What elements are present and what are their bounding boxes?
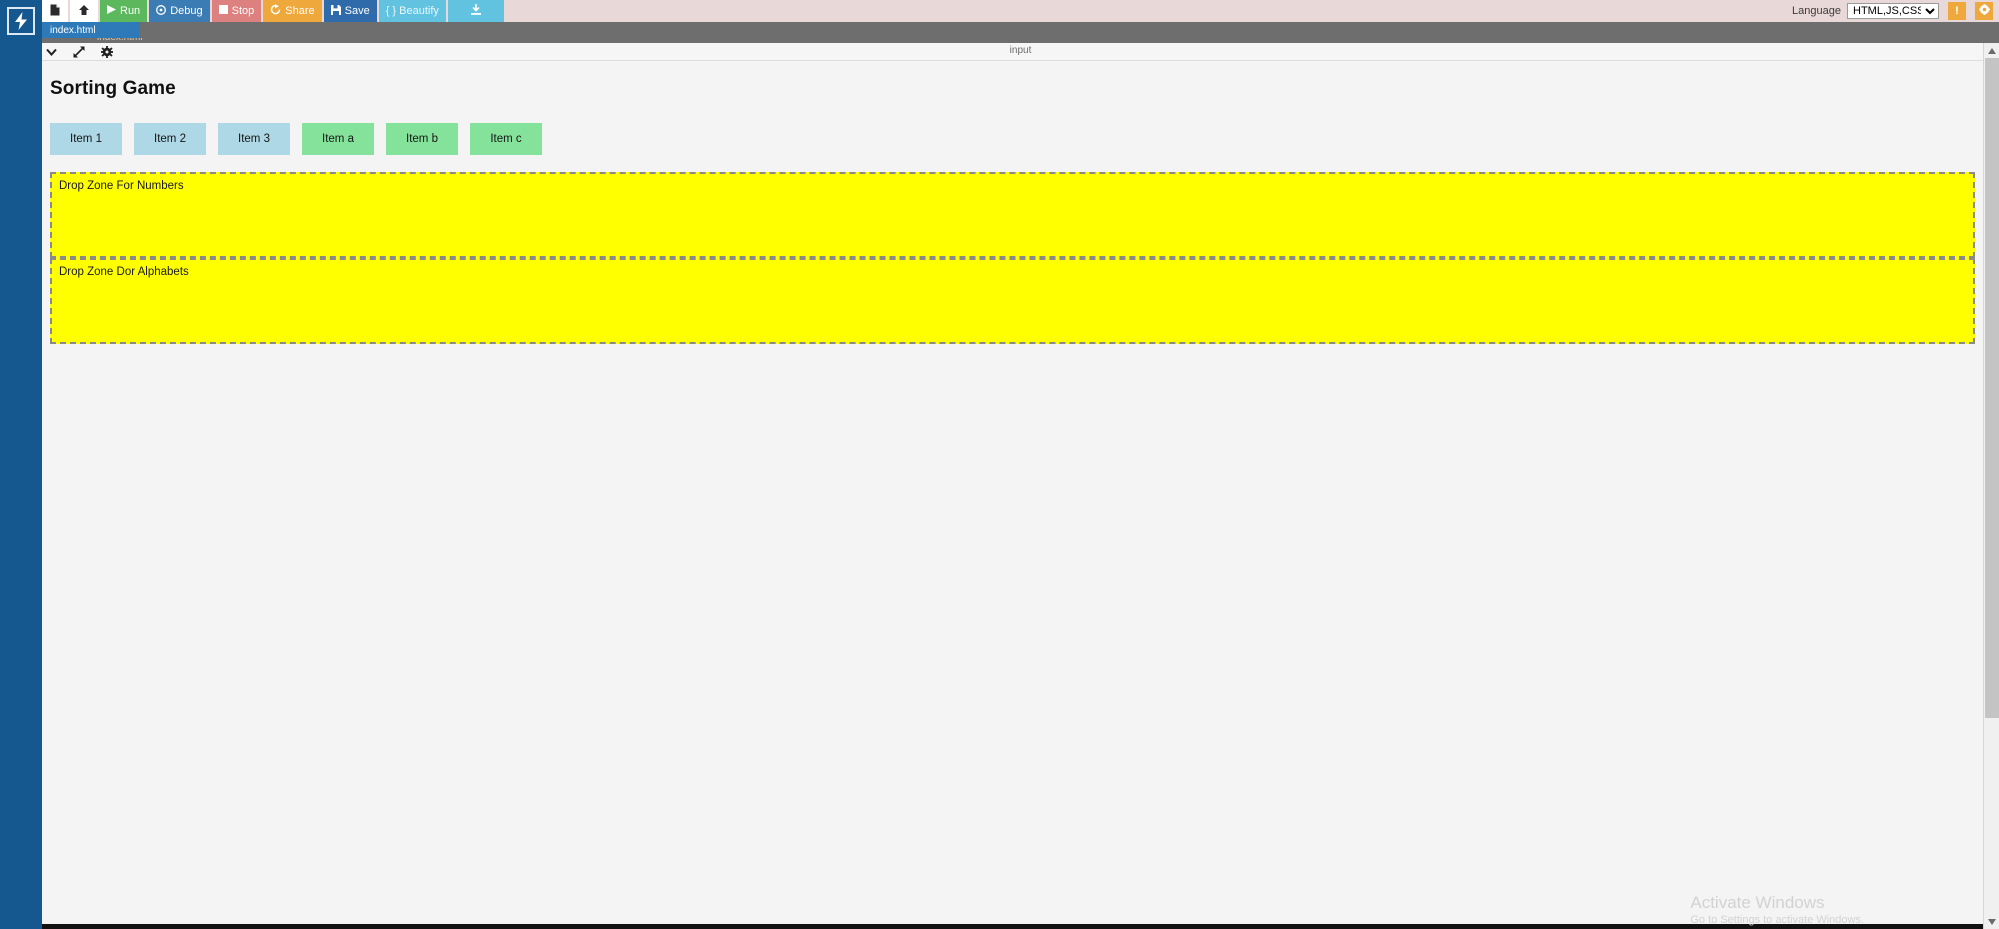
download-button[interactable] (447, 0, 504, 22)
preview-panel-header: input (42, 43, 1999, 61)
tab-index-html[interactable]: index.html (42, 22, 140, 38)
app-root: Run Debug Stop Share Save {} Beautify L… (0, 0, 1999, 929)
tab-bar-empty-area (140, 22, 1999, 38)
draggable-item[interactable]: Item 3 (218, 123, 290, 155)
settings-button[interactable] (1975, 2, 1993, 20)
save-button[interactable]: Save (323, 0, 377, 22)
tab-index-html-label: index.html (50, 24, 96, 36)
draggable-item[interactable]: Item 1 (50, 123, 122, 155)
download-icon (470, 3, 482, 19)
gear-icon (1978, 4, 1990, 18)
language-select[interactable]: HTML,JS,CSS (1847, 3, 1939, 19)
draggable-item-label: Item a (322, 133, 354, 145)
run-button-label: Run (120, 5, 141, 17)
draggable-item[interactable]: Item a (302, 123, 374, 155)
new-file-button[interactable] (42, 0, 68, 22)
draggable-item-label: Item c (490, 133, 522, 145)
beautify-button-label: { } Beautify (385, 5, 439, 17)
lightning-bolt-icon (14, 12, 28, 30)
info-button[interactable]: ! (1948, 2, 1966, 20)
drop-zone-alphabets[interactable]: Drop Zone Dor Alphabets (50, 258, 1975, 344)
drop-zone-numbers[interactable]: Drop Zone For Numbers (50, 172, 1975, 258)
debug-button-label: Debug (170, 5, 203, 17)
language-label: Language (1792, 5, 1841, 17)
beautify-button[interactable]: { } Beautify (378, 0, 446, 22)
save-button-label: Save (344, 5, 370, 17)
stop-button-label: Stop (231, 5, 255, 17)
file-icon (50, 4, 60, 19)
run-button[interactable]: Run (100, 0, 148, 22)
app-logo[interactable] (7, 7, 35, 35)
editor-tab-bar: index.html (42, 22, 1999, 38)
preview-content: Sorting Game Item 1 Item 2 Item 3 Item a… (42, 61, 1983, 344)
top-toolbar: Run Debug Stop Share Save {} Beautify L… (42, 0, 1999, 22)
preview-iframe: Sorting Game Item 1 Item 2 Item 3 Item a… (42, 61, 1983, 923)
window-bottom-edge (0, 924, 1999, 929)
page-title: Sorting Game (50, 78, 176, 99)
left-rail (0, 0, 42, 929)
preview-scrollbar[interactable] (1983, 43, 1999, 929)
debug-button[interactable]: Debug (149, 0, 210, 22)
open-file-button[interactable] (70, 0, 98, 22)
stop-button[interactable]: Stop (211, 0, 262, 22)
draggable-item[interactable]: Item c (470, 123, 542, 155)
drop-zone-numbers-label: Drop Zone For Numbers (59, 180, 184, 192)
draggable-items-row: Item 1 Item 2 Item 3 Item a Item b Item … (50, 123, 1975, 155)
play-icon (107, 5, 116, 17)
scrollbar-thumb[interactable] (1985, 58, 1999, 718)
stop-square-icon (218, 5, 228, 17)
preview-panel-title: input (1009, 45, 1032, 56)
share-button-label: Share (285, 5, 315, 17)
floppy-disk-icon (330, 4, 341, 18)
info-icon: ! (1955, 5, 1959, 17)
drop-zone-alphabets-label: Drop Zone Dor Alphabets (59, 266, 189, 278)
share-icon (270, 4, 281, 18)
draggable-item-label: Item b (406, 133, 438, 145)
draggable-item-label: Item 3 (238, 133, 270, 145)
debug-target-icon (156, 4, 167, 18)
upload-arrow-icon (78, 4, 90, 19)
triangle-up-icon[interactable] (1984, 43, 1999, 58)
triangle-down-icon[interactable] (1984, 914, 1999, 929)
draggable-item[interactable]: Item 2 (134, 123, 206, 155)
share-button[interactable]: Share (263, 0, 322, 22)
language-selector-group: Language HTML,JS,CSS ! (1792, 0, 1999, 22)
draggable-item-label: Item 1 (70, 133, 102, 145)
draggable-item-label: Item 2 (154, 133, 186, 145)
draggable-item[interactable]: Item b (386, 123, 458, 155)
